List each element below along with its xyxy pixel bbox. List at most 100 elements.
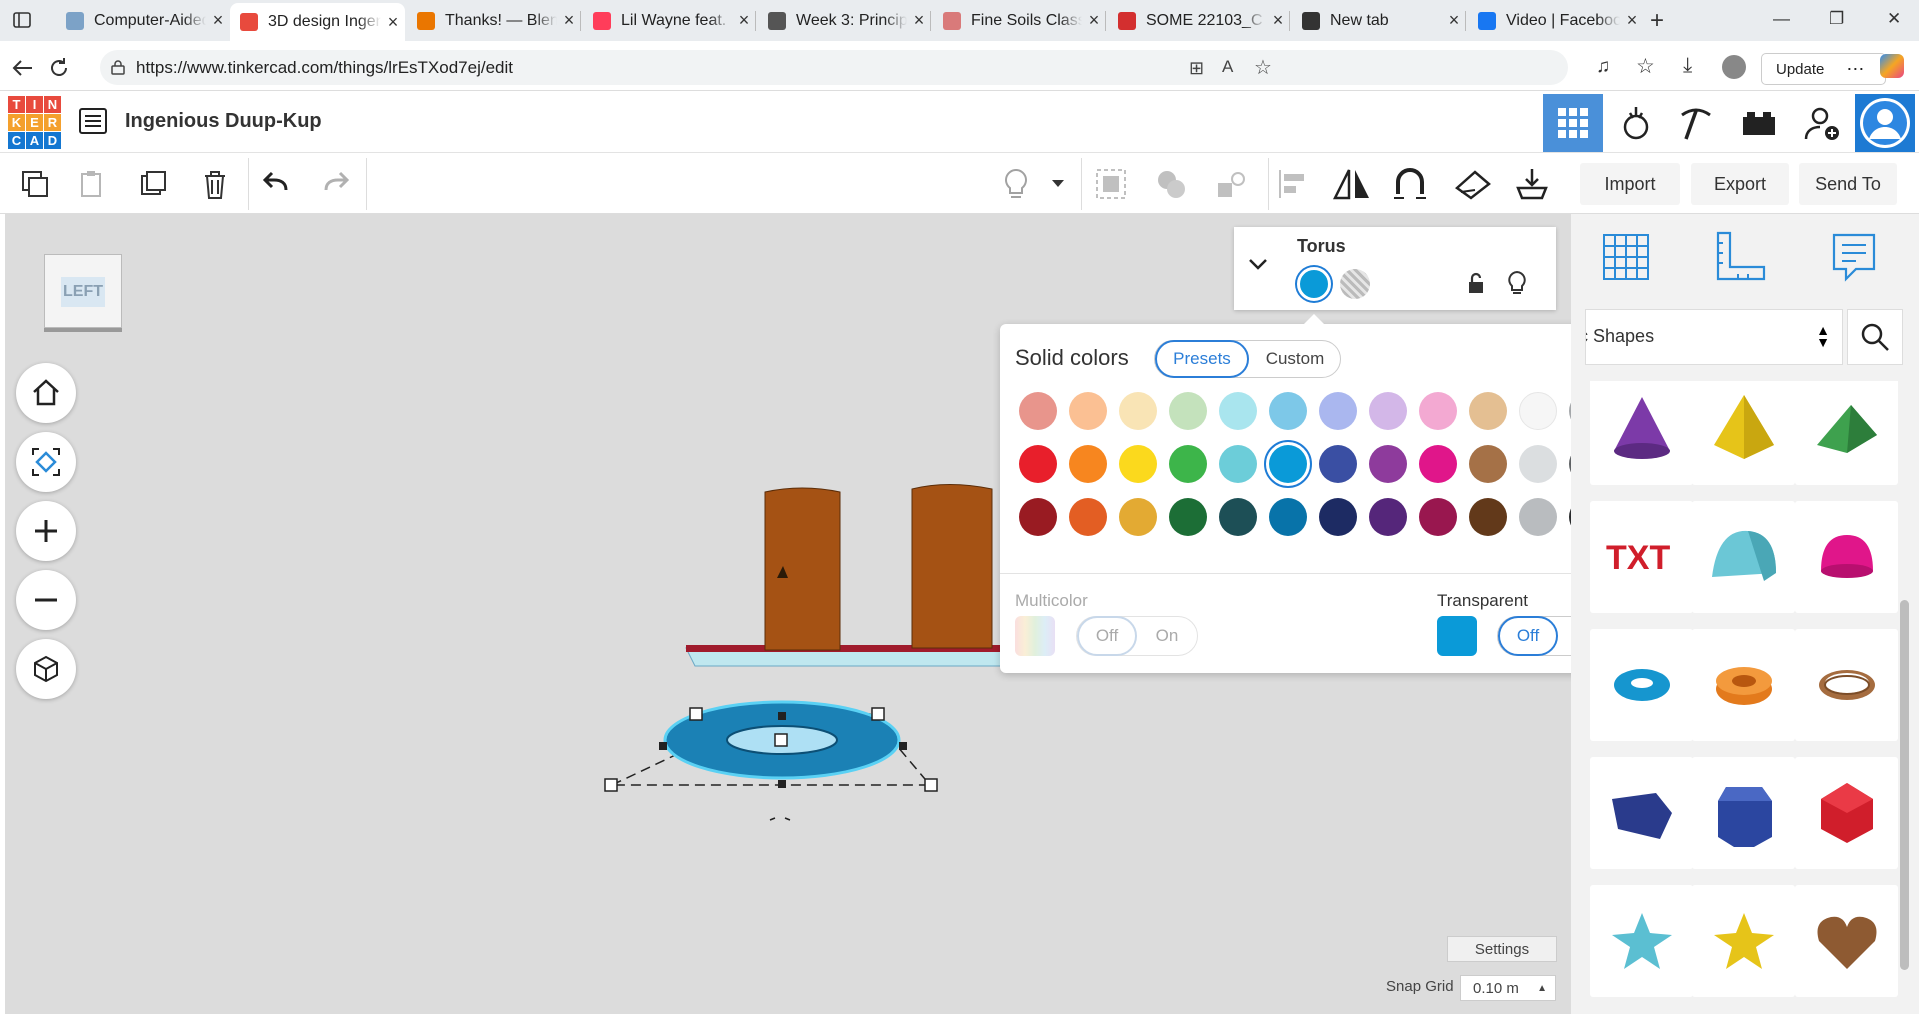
- color-swatch[interactable]: [1069, 445, 1107, 483]
- color-swatch[interactable]: [1369, 445, 1407, 483]
- color-swatch[interactable]: [1369, 498, 1407, 536]
- refresh-icon[interactable]: [46, 55, 72, 81]
- color-swatch[interactable]: [1319, 445, 1357, 483]
- design-list-icon[interactable]: [78, 106, 108, 136]
- color-swatch[interactable]: [1419, 445, 1457, 483]
- app-available-icon[interactable]: ⊞: [1189, 58, 1204, 79]
- collapse-chevron-icon[interactable]: [1248, 257, 1268, 275]
- magnet-icon[interactable]: [1390, 164, 1430, 204]
- minimize-icon[interactable]: —: [1773, 9, 1790, 29]
- profile-icon[interactable]: [1722, 55, 1746, 79]
- mirror-icon[interactable]: [1332, 164, 1372, 204]
- transparent-off[interactable]: Off: [1498, 616, 1558, 656]
- color-swatch[interactable]: [1319, 392, 1357, 430]
- ungroup-icon[interactable]: [1151, 164, 1191, 204]
- trash-icon[interactable]: [195, 164, 235, 204]
- search-shapes-button[interactable]: [1847, 309, 1903, 365]
- color-swatch[interactable]: [1264, 440, 1312, 488]
- color-swatch[interactable]: [1419, 498, 1457, 536]
- color-swatch[interactable]: [1219, 445, 1257, 483]
- close-tab-icon[interactable]: ×: [1620, 10, 1644, 31]
- zoom-out-button[interactable]: [16, 570, 76, 630]
- blocks-button[interactable]: [1666, 94, 1726, 152]
- color-swatch[interactable]: [1169, 392, 1207, 430]
- icosahedron-shape[interactable]: [1795, 757, 1898, 869]
- new-tab-button[interactable]: +: [1650, 7, 1664, 35]
- import-button[interactable]: Import: [1580, 163, 1680, 205]
- close-tab-icon[interactable]: ×: [381, 12, 405, 33]
- color-swatch[interactable]: [1019, 498, 1057, 536]
- copilot-icon[interactable]: [1880, 54, 1904, 78]
- browser-tab[interactable]: Video | Facebook ×: [1468, 4, 1644, 37]
- hole-button[interactable]: [1340, 269, 1370, 299]
- heart-shape[interactable]: [1795, 885, 1898, 997]
- browser-tab[interactable]: SOME 22103_C ×: [1108, 4, 1290, 37]
- cylinder-left[interactable]: [764, 487, 841, 651]
- color-swatch[interactable]: [1269, 498, 1307, 536]
- browser-tab[interactable]: 3D design Ingenious Duup-Kup×: [230, 3, 405, 41]
- browser-tab[interactable]: Computer-Aided ×: [56, 4, 230, 37]
- back-icon[interactable]: [10, 56, 36, 80]
- drop-icon[interactable]: [1512, 164, 1552, 204]
- paste-icon[interactable]: [73, 164, 113, 204]
- perspective-button[interactable]: [16, 639, 76, 699]
- design-title[interactable]: Ingenious Duup-Kup: [125, 110, 322, 133]
- view-cube[interactable]: LEFT: [44, 254, 124, 336]
- color-swatch[interactable]: [1119, 392, 1157, 430]
- close-tab-icon[interactable]: ×: [1082, 10, 1106, 31]
- browser-tab[interactable]: New tab ×: [1292, 4, 1466, 37]
- torus-shape[interactable]: [1590, 629, 1693, 741]
- color-swatch[interactable]: [1269, 392, 1307, 430]
- browser-tab[interactable]: Thanks! — Blender×: [407, 4, 581, 37]
- half-cylinder-shape[interactable]: [1692, 501, 1795, 613]
- chevron-down-icon[interactable]: [1043, 164, 1073, 204]
- tube-shape[interactable]: [1692, 629, 1795, 741]
- duplicate-icon[interactable]: [134, 164, 174, 204]
- window-close-icon[interactable]: ✕: [1887, 9, 1901, 29]
- bricks-button[interactable]: [1729, 94, 1789, 152]
- notes-bulb-icon[interactable]: [996, 164, 1036, 204]
- ring-shape[interactable]: [1795, 629, 1898, 741]
- fit-view-button[interactable]: [16, 432, 76, 492]
- solid-color-button[interactable]: [1297, 267, 1331, 301]
- panel-scrollbar[interactable]: [1900, 600, 1909, 970]
- read-aloud-icon[interactable]: A: [1222, 57, 1233, 77]
- star-shape[interactable]: [1590, 885, 1693, 997]
- close-tab-icon[interactable]: ×: [732, 10, 756, 31]
- color-swatch[interactable]: [1519, 392, 1557, 430]
- favorites-icon[interactable]: ☆: [1636, 54, 1655, 79]
- ruler-tool[interactable]: [1712, 229, 1768, 285]
- music-icon[interactable]: ♫: [1596, 56, 1610, 78]
- close-tab-icon[interactable]: ×: [206, 10, 230, 31]
- color-swatch[interactable]: [1019, 445, 1057, 483]
- color-swatch[interactable]: [1119, 498, 1157, 536]
- group-icon[interactable]: [1091, 164, 1131, 204]
- color-swatch[interactable]: [1219, 392, 1257, 430]
- sim-lab-button[interactable]: [1606, 94, 1666, 152]
- cone-shape[interactable]: [1590, 381, 1693, 485]
- redo-icon[interactable]: [316, 164, 356, 204]
- grid-view-button[interactable]: [1543, 94, 1603, 152]
- close-tab-icon[interactable]: ×: [1266, 10, 1290, 31]
- pyramid-shape[interactable]: [1692, 381, 1795, 485]
- site-info-icon[interactable]: [110, 59, 126, 75]
- invite-button[interactable]: [1792, 94, 1852, 152]
- settings-button[interactable]: Settings: [1447, 936, 1557, 962]
- color-swatch[interactable]: [1019, 392, 1057, 430]
- color-swatch[interactable]: [1219, 498, 1257, 536]
- avatar[interactable]: [1855, 94, 1915, 152]
- export-button[interactable]: Export: [1691, 163, 1789, 205]
- color-swatch[interactable]: [1319, 498, 1357, 536]
- align-icon[interactable]: [1273, 164, 1313, 204]
- roof-shape[interactable]: [1795, 381, 1898, 485]
- star-yellow-shape[interactable]: [1692, 885, 1795, 997]
- close-tab-icon[interactable]: ×: [1442, 10, 1466, 31]
- send-to-button[interactable]: Send To: [1799, 163, 1897, 205]
- workplane-tool[interactable]: [1598, 229, 1654, 285]
- polygon-shape[interactable]: [1590, 757, 1693, 869]
- color-swatch[interactable]: [1469, 445, 1507, 483]
- color-swatch[interactable]: [1419, 392, 1457, 430]
- url-field[interactable]: https://www.tinkercad.com/things/lrEsTXo…: [100, 50, 1568, 85]
- text-shape[interactable]: TXT: [1590, 501, 1693, 613]
- lock-icon[interactable]: [1466, 271, 1486, 300]
